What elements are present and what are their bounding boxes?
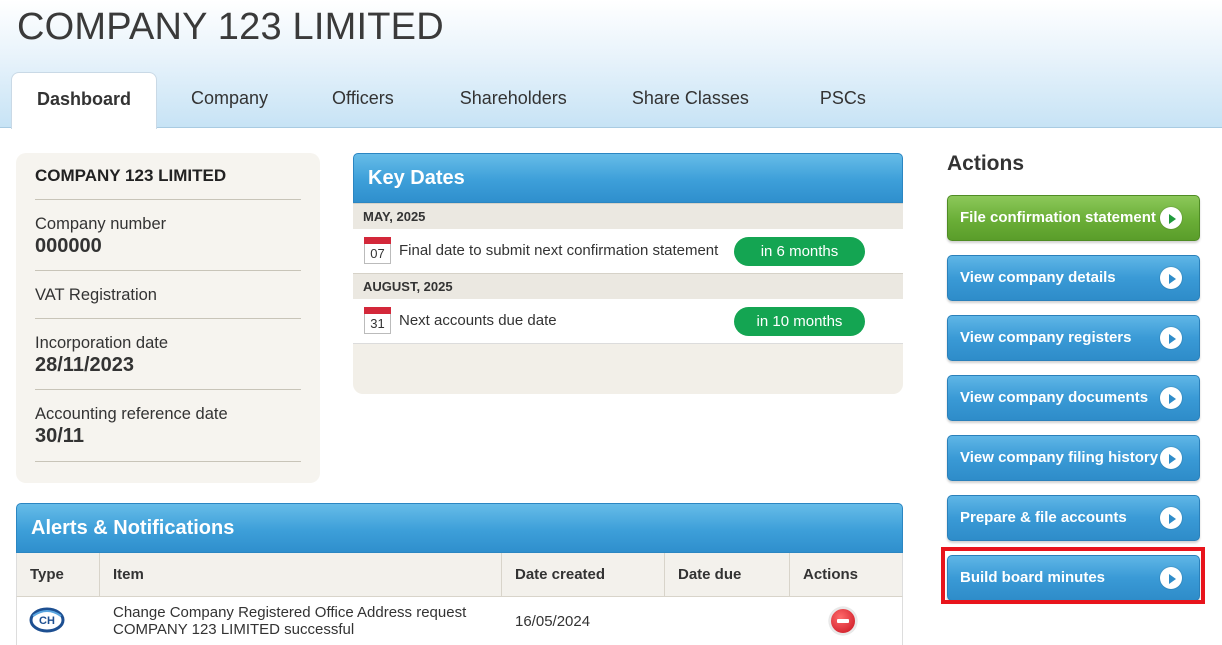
divider (35, 461, 301, 462)
alert-date-created: 16/05/2024 (515, 613, 591, 630)
companies-house-icon: CH (29, 607, 65, 633)
key-dates-title: Key Dates (353, 153, 903, 203)
column-header-type[interactable]: Type (17, 553, 100, 597)
view-company-details-button[interactable]: View company details (947, 255, 1200, 301)
tab-pscs[interactable]: PSCs (820, 72, 866, 128)
button-label: View company details (960, 269, 1116, 286)
arrow-right-icon (1160, 327, 1182, 349)
alert-item-line2: COMPANY 123 LIMITED successful (113, 621, 355, 638)
highlight-box (941, 547, 1205, 604)
view-company-registers-button[interactable]: View company registers (947, 315, 1200, 361)
key-date-text: Next accounts due date (399, 312, 557, 329)
main-tabs: Dashboard Company Officers Shareholders … (11, 72, 866, 129)
company-info-name: COMPANY 123 LIMITED (35, 166, 227, 185)
tab-share-classes[interactable]: Share Classes (632, 72, 749, 128)
vat-registration-label: VAT Registration (35, 286, 157, 304)
company-title: COMPANY 123 LIMITED (17, 6, 444, 48)
divider (35, 270, 301, 271)
arrow-right-icon (1160, 267, 1182, 289)
view-company-documents-button[interactable]: View company documents (947, 375, 1200, 421)
company-number-label: Company number (35, 215, 167, 233)
column-header-item[interactable]: Item (100, 553, 502, 597)
calendar-icon: 31 (364, 307, 391, 334)
key-date-due-badge: in 10 months (734, 307, 865, 336)
column-header-actions: Actions (803, 566, 859, 583)
incorporation-date-label: Incorporation date (35, 334, 169, 352)
arrow-right-icon (1160, 387, 1182, 409)
tab-shareholders[interactable]: Shareholders (460, 72, 567, 128)
prepare-file-accounts-button[interactable]: Prepare & file accounts (947, 495, 1200, 541)
alerts-title: Alerts & Notifications (16, 503, 903, 553)
arrow-right-icon (1160, 207, 1182, 229)
company-info-card: COMPANY 123 LIMITED Company number 00000… (16, 153, 320, 483)
accounting-reference-date-value: 30/11 (35, 425, 84, 447)
button-label: File confirmation statement (960, 209, 1156, 226)
key-date-row: 31 Next accounts due date in 10 months (353, 299, 903, 344)
key-dates-month: AUGUST, 2025 (353, 273, 903, 299)
company-number-value: 000000 (35, 235, 102, 257)
table-row: CH Change Company Registered Office Addr… (16, 597, 903, 645)
alerts-table-header: Type Item Date created Date due Actions (16, 553, 903, 597)
tab-company[interactable]: Company (191, 72, 268, 128)
view-company-filing-history-button[interactable]: View company filing history (947, 435, 1200, 481)
incorporation-date-value: 28/11/2023 (35, 354, 134, 376)
remove-icon[interactable] (829, 607, 857, 635)
key-dates-month: MAY, 2025 (353, 203, 903, 229)
tab-officers[interactable]: Officers (332, 72, 394, 128)
button-label: View company filing history (960, 449, 1159, 466)
button-label: View company documents (960, 389, 1149, 406)
arrow-right-icon (1160, 507, 1182, 529)
column-header-date-created[interactable]: Date created (502, 553, 665, 597)
page-header: COMPANY 123 LIMITED Dashboard Company Of… (0, 0, 1222, 129)
accounting-reference-date-label: Accounting reference date (35, 405, 228, 423)
key-date-text: Final date to submit next confirmation s… (399, 242, 719, 259)
calendar-icon: 07 (364, 237, 391, 264)
arrow-right-icon (1160, 447, 1182, 469)
key-date-row: 07 Final date to submit next confirmatio… (353, 229, 903, 274)
file-confirmation-statement-button[interactable]: File confirmation statement (947, 195, 1200, 241)
key-date-due-badge: in 6 months (734, 237, 865, 266)
button-label: View company registers (960, 329, 1132, 346)
tab-dashboard[interactable]: Dashboard (11, 72, 157, 129)
actions-title: Actions (947, 152, 1025, 175)
alert-item-line1: Change Company Registered Office Address… (113, 604, 467, 621)
divider (35, 318, 301, 319)
divider (35, 199, 301, 200)
column-header-date-due[interactable]: Date due (665, 553, 790, 597)
button-label: Prepare & file accounts (960, 509, 1127, 526)
svg-text:CH: CH (39, 615, 55, 627)
divider (35, 389, 301, 390)
